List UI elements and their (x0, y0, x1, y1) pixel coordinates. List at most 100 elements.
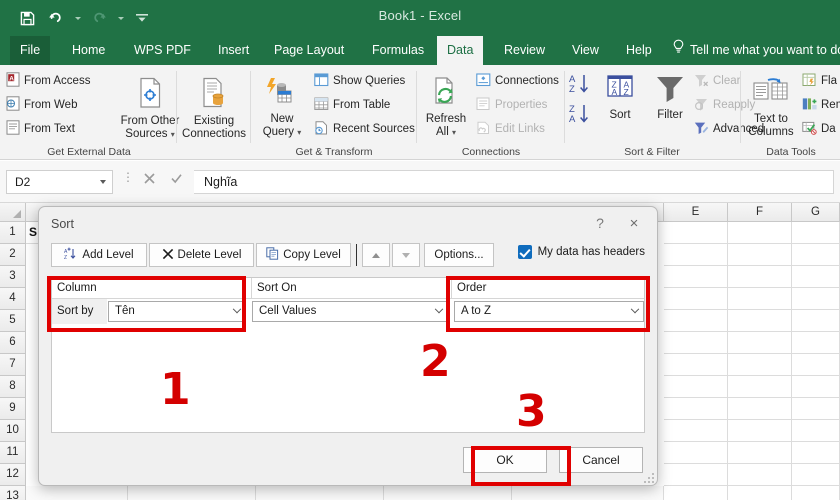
row-header-7[interactable]: 7 (0, 354, 26, 376)
dialog-resize-grip[interactable] (644, 473, 654, 483)
cell-e11[interactable] (664, 442, 728, 464)
add-level-button[interactable]: AZ Add Level (51, 243, 147, 267)
refresh-all-button[interactable]: Refresh All ▾ (418, 77, 474, 139)
cell-f12[interactable] (728, 464, 792, 486)
select-all-corner[interactable] (0, 203, 26, 222)
cell-f8[interactable] (728, 376, 792, 398)
tab-formulas[interactable]: Formulas (362, 36, 434, 65)
cell-f10[interactable] (728, 420, 792, 442)
ok-button[interactable]: OK (463, 447, 547, 473)
order-combo[interactable]: A to Z (454, 301, 644, 322)
cell-g5[interactable] (792, 310, 840, 332)
tab-page-layout[interactable]: Page Layout (264, 36, 354, 65)
row-header-13[interactable]: 13 (0, 486, 26, 500)
cell-e8[interactable] (664, 376, 728, 398)
cell-e7[interactable] (664, 354, 728, 376)
cell-f11[interactable] (728, 442, 792, 464)
checkbox-box[interactable] (517, 245, 532, 259)
cell-f13[interactable] (728, 486, 792, 500)
cell-e2[interactable] (664, 244, 728, 266)
filter-button[interactable]: Filter (646, 73, 694, 122)
cell-g1[interactable] (792, 222, 840, 244)
tab-review[interactable]: Review (494, 36, 555, 65)
chevron-down-icon-column[interactable] (228, 302, 245, 321)
row-header-2[interactable]: 2 (0, 244, 26, 266)
cell-g7[interactable] (792, 354, 840, 376)
sort-button[interactable]: ZAAZ Sort (596, 73, 644, 122)
cell-e6[interactable] (664, 332, 728, 354)
row-header-1[interactable]: 1 (0, 222, 26, 244)
cell-g3[interactable] (792, 266, 840, 288)
formula-bar-grip[interactable]: ⋮ (122, 171, 134, 183)
column-header-e[interactable]: E (664, 203, 728, 222)
cell-f7[interactable] (728, 354, 792, 376)
tab-view[interactable]: View (562, 36, 609, 65)
cell-e9[interactable] (664, 398, 728, 420)
remove-duplicates-button[interactable]: Rem (802, 95, 840, 115)
cell-e4[interactable] (664, 288, 728, 310)
column-header-g[interactable]: G (792, 203, 840, 222)
cell-d13[interactable] (384, 486, 512, 500)
sort-a-to-z-button[interactable]: AZ (568, 71, 594, 97)
cell-g9[interactable] (792, 398, 840, 420)
from-web-button[interactable]: From Web (6, 95, 77, 115)
tab-help[interactable]: Help (616, 36, 662, 65)
sort-z-to-a-button[interactable]: ZA (568, 101, 594, 127)
from-table-button[interactable]: From Table (314, 95, 390, 115)
cell-e3[interactable] (664, 266, 728, 288)
from-text-button[interactable]: From Text (6, 119, 75, 139)
cell-g12[interactable] (792, 464, 840, 486)
cell-f1[interactable] (728, 222, 792, 244)
help-icon[interactable]: ? (591, 215, 609, 231)
show-queries-button[interactable]: Show Queries (314, 71, 405, 91)
connections-button[interactable]: Connections (476, 71, 559, 91)
row-header-12[interactable]: 12 (0, 464, 26, 486)
cell-g13[interactable] (792, 486, 840, 500)
row-header-6[interactable]: 6 (0, 332, 26, 354)
move-level-down-button[interactable] (392, 243, 420, 267)
flash-fill-button[interactable]: Fla (802, 71, 837, 91)
cell-c13[interactable] (256, 486, 384, 500)
cell-f3[interactable] (728, 266, 792, 288)
existing-connections-button[interactable]: Existing Connections (178, 77, 250, 141)
row-header-11[interactable]: 11 (0, 442, 26, 464)
cell-g10[interactable] (792, 420, 840, 442)
cancel-button[interactable]: Cancel (559, 447, 643, 473)
cell-g4[interactable] (792, 288, 840, 310)
close-icon[interactable]: × (621, 213, 647, 235)
chevron-down-icon-order[interactable] (626, 302, 643, 321)
tab-file[interactable]: File (10, 36, 51, 65)
tab-insert[interactable]: Insert (208, 36, 259, 65)
tab-wps-pdf[interactable]: WPS PDF (124, 36, 201, 65)
cell-e12[interactable] (664, 464, 728, 486)
row-header-5[interactable]: 5 (0, 310, 26, 332)
delete-level-button[interactable]: Delete Level (149, 243, 254, 267)
chevron-down-icon-sort-on[interactable] (430, 302, 447, 321)
name-box-dropdown-icon[interactable] (100, 180, 106, 184)
tell-me-box[interactable]: Tell me what you want to do (672, 36, 840, 65)
tab-home[interactable]: Home (62, 36, 115, 65)
cell-a13[interactable] (26, 486, 128, 500)
row-header-3[interactable]: 3 (0, 266, 26, 288)
cell-f2[interactable] (728, 244, 792, 266)
formula-input[interactable]: Nghĩa (194, 170, 834, 194)
move-level-up-button[interactable] (362, 243, 390, 267)
row-header-9[interactable]: 9 (0, 398, 26, 420)
cell-e10[interactable] (664, 420, 728, 442)
cell-f5[interactable] (728, 310, 792, 332)
cell-e13[interactable] (664, 486, 728, 500)
options-button[interactable]: Options... (424, 243, 494, 267)
row-header-4[interactable]: 4 (0, 288, 26, 310)
row-header-10[interactable]: 10 (0, 420, 26, 442)
cell-f4[interactable] (728, 288, 792, 310)
name-box[interactable]: D2 (6, 170, 113, 194)
sort-by-column-combo[interactable]: Tên (108, 301, 246, 322)
cell-e13-band[interactable] (512, 486, 664, 500)
cancel-icon[interactable] (138, 172, 160, 192)
text-to-columns-button[interactable]: Text to Columns (742, 77, 800, 139)
data-validation-button[interactable]: Da (802, 119, 836, 139)
cell-g2[interactable] (792, 244, 840, 266)
cell-f9[interactable] (728, 398, 792, 420)
cell-b13[interactable] (128, 486, 256, 500)
cell-g11[interactable] (792, 442, 840, 464)
